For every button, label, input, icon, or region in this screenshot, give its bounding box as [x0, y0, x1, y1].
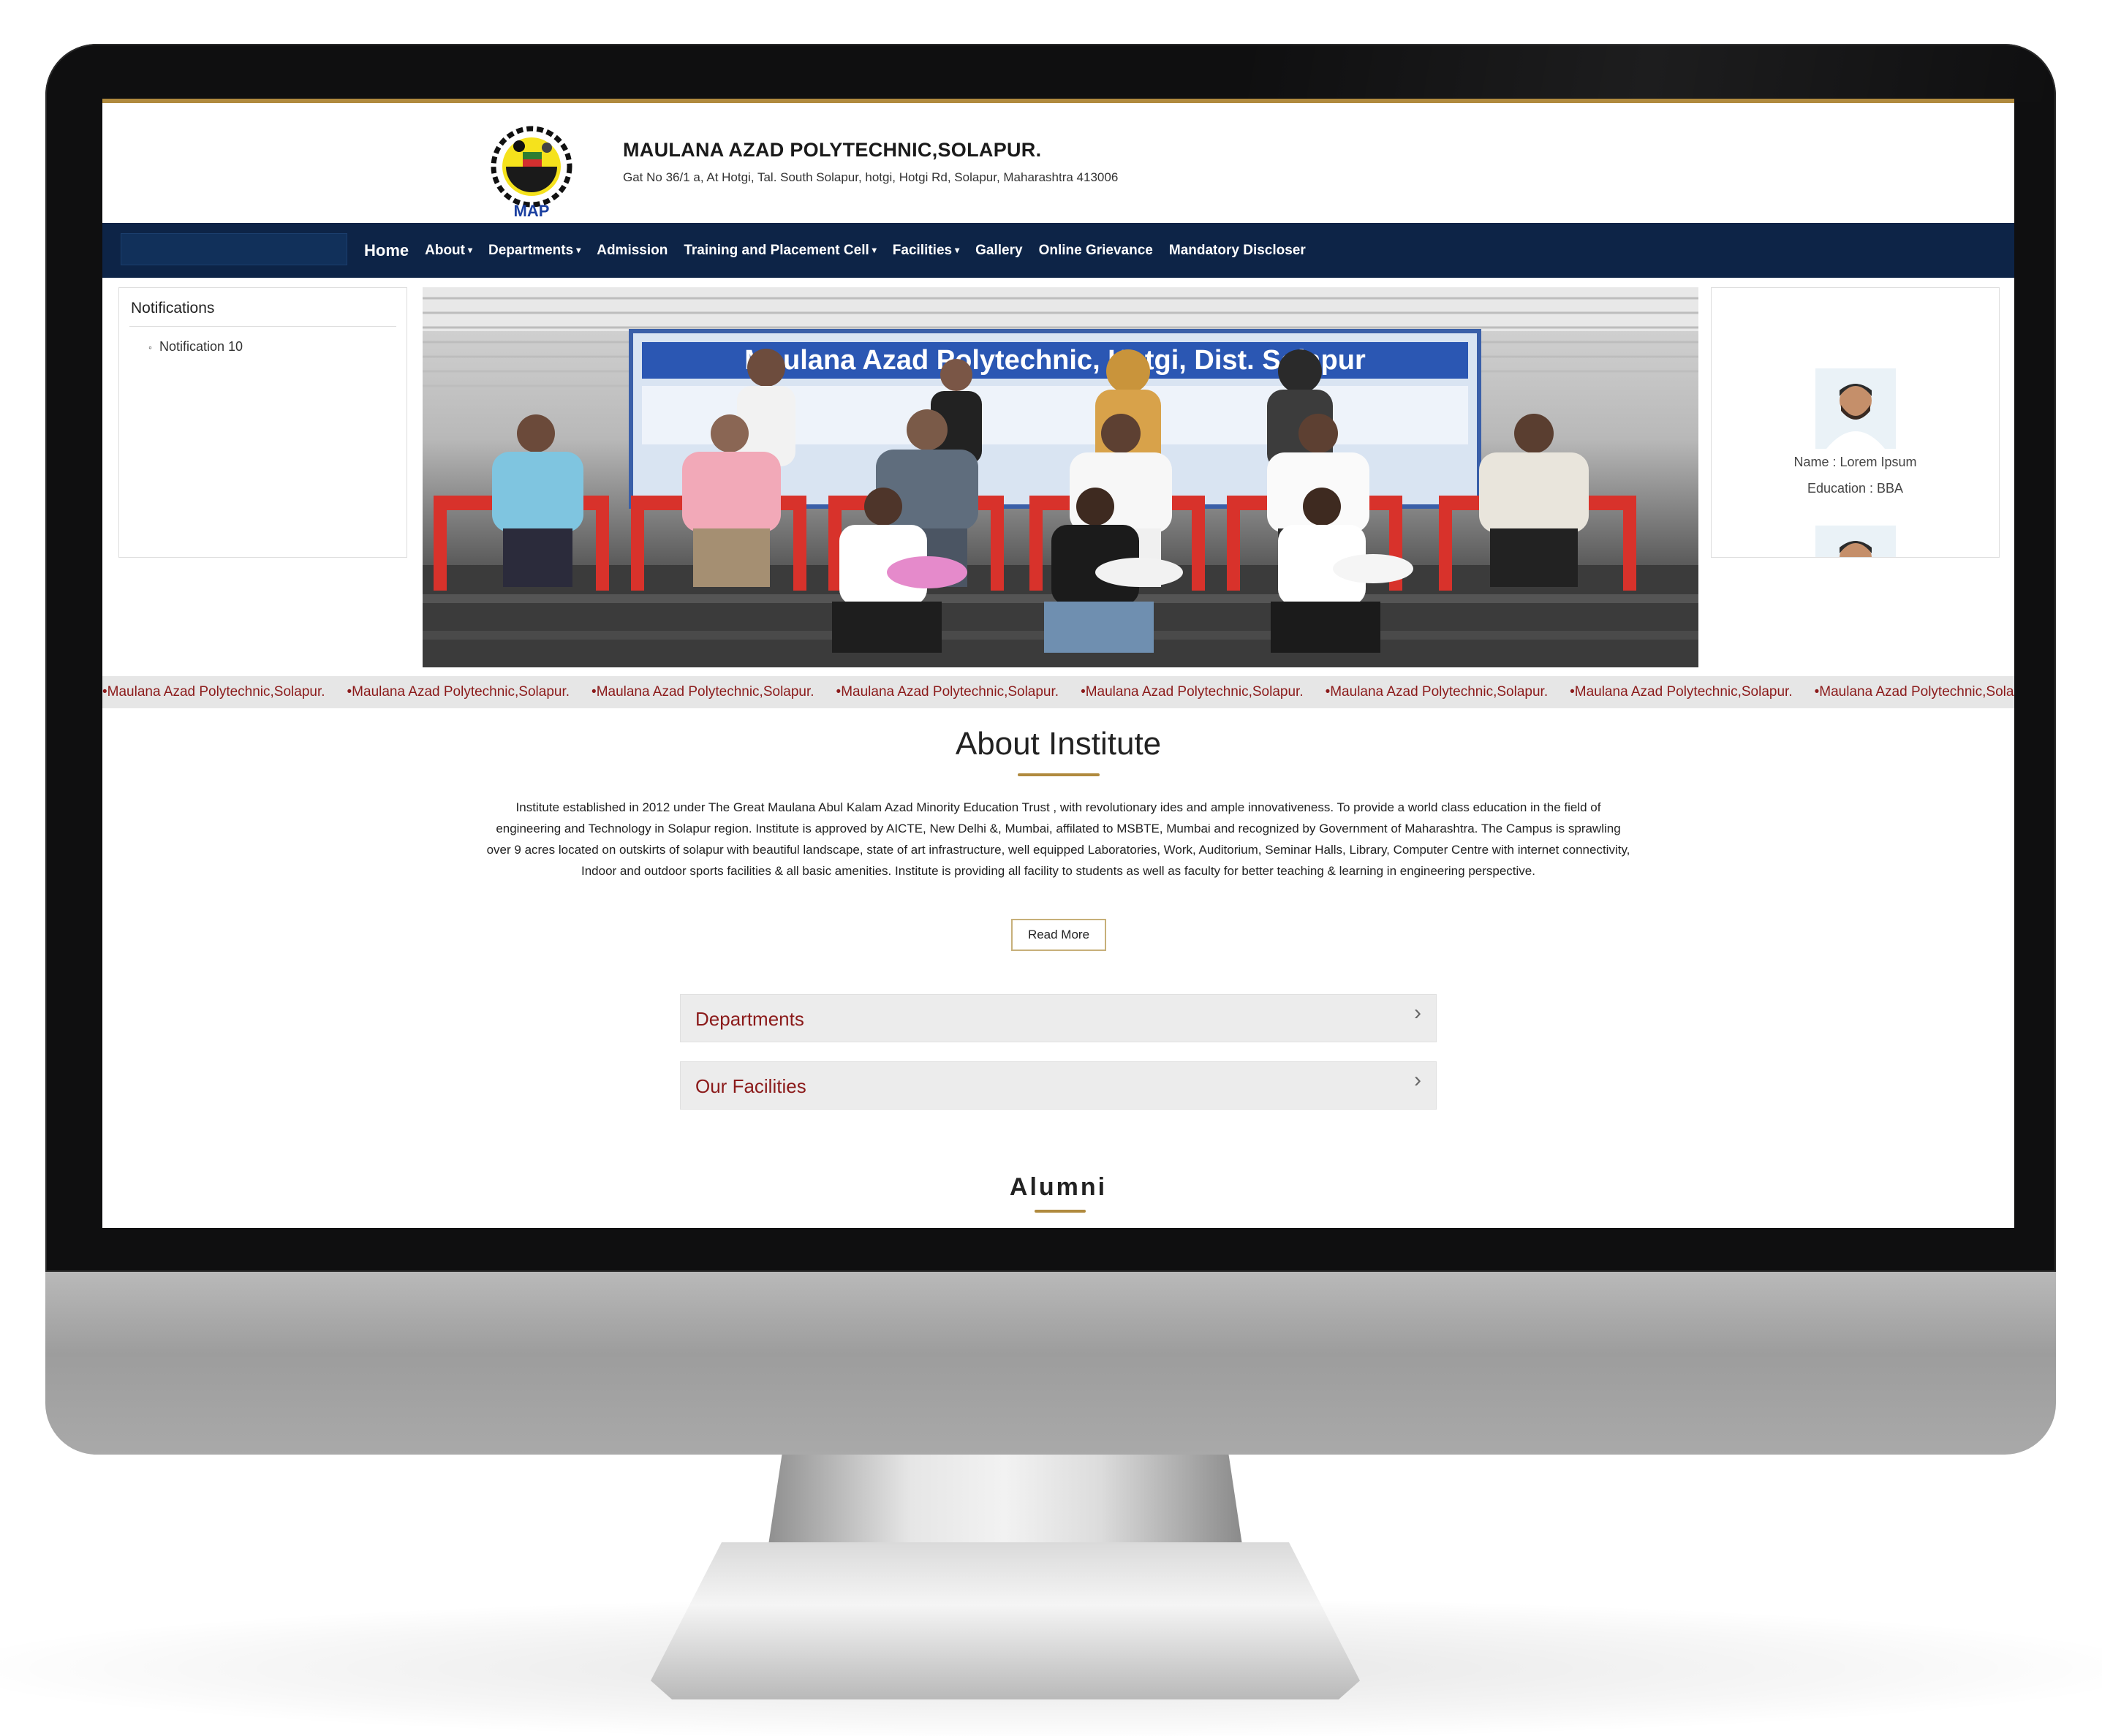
nav-item-training-and-placement-cell[interactable]: Training and Placement Cell ▾ [684, 243, 876, 259]
nav-item-label: Admission [597, 242, 668, 258]
marquee-item[interactable]: Maulana Azad Polytechnic,Solapur. [591, 676, 814, 708]
caret-down-icon: ▾ [872, 244, 877, 255]
banner-text: Maulana Azad Polytechnic, Hotgi, Dist. S… [744, 345, 1366, 376]
marquee-item[interactable]: Maulana Azad Polytechnic,Solapur. [347, 676, 570, 708]
title-underline [1018, 773, 1100, 776]
accordion-facilities[interactable]: Our Facilities › [680, 1061, 1437, 1110]
nav-item-about[interactable]: About ▾ [425, 243, 472, 259]
caret-down-icon: ▾ [468, 244, 473, 255]
nav-item-label: About [425, 242, 465, 258]
alumni-section-title: Alumni [1009, 1173, 1108, 1201]
logo-text: MAP [514, 202, 550, 219]
divider [129, 326, 396, 327]
browser-screen: MAP MAULANA AZAD POLYTECHNIC,SOLAPUR. Ga… [102, 99, 2014, 1228]
alumni-avatar [1815, 526, 1896, 557]
search-input[interactable] [121, 233, 347, 265]
nav-item-mandatory-discloser[interactable]: Mandatory Discloser [1169, 243, 1306, 259]
read-more-button[interactable]: Read More [1011, 919, 1106, 951]
nav-item-facilities[interactable]: Facilities ▾ [893, 243, 959, 259]
nav-item-label: Training and Placement Cell [684, 242, 869, 258]
nav-item-label: Mandatory Discloser [1168, 242, 1306, 258]
accordion-label: Our Facilities [695, 1075, 806, 1097]
monitor-stand [768, 1455, 1243, 1550]
notifications-panel: Notifications Notification 10 [118, 287, 407, 558]
nav-item-label: Departments [488, 242, 574, 258]
nav-item-departments[interactable]: Departments ▾ [488, 243, 581, 259]
chevron-right-icon: › [1414, 1068, 1421, 1092]
nav-item-label: Facilities [892, 242, 953, 258]
marquee-item[interactable]: Maulana Azad Polytechnic,Solapur. [1081, 676, 1304, 708]
news-marquee[interactable]: Maulana Azad Polytechnic,Solapur. Maulana… [102, 676, 2014, 708]
hero-carousel-image[interactable]: Maulana Azad Polytechnic, Hotgi, Dist. S… [423, 287, 1698, 667]
bezel-reflection [1243, 44, 2056, 102]
notification-item[interactable]: Notification 10 [148, 339, 243, 355]
site-title: MAULANA AZAD POLYTECHNIC,SOLAPUR. [623, 139, 1042, 161]
nav-item-gallery[interactable]: Gallery [975, 243, 1022, 259]
notifications-title: Notifications [131, 300, 215, 317]
marquee-item[interactable]: Maulana Azad Polytechnic,Solapur. [836, 676, 1059, 708]
about-description: Institute established in 2012 under The … [486, 800, 1630, 878]
marquee-item[interactable]: Maulana Azad Polytechnic,Solapur. [1815, 676, 2014, 708]
alumni-card: Name : Lorem Ipsum Education : BBA [1711, 287, 2000, 558]
marquee-item[interactable]: Maulana Azad Polytechnic,Solapur. [1570, 676, 1793, 708]
nav-item-home[interactable]: Home [364, 241, 409, 260]
main-navbar: Home About ▾ Departments ▾ Admission Training … [102, 223, 2014, 278]
about-title: About Institute [955, 726, 1162, 762]
site-address: Gat No 36/1 a, At Hotgi, Tal. South Sola… [623, 170, 1119, 184]
nav-item-online-grievance[interactable]: Online Grievance [1039, 243, 1153, 259]
top-accent-rule [102, 99, 2014, 103]
marquee-item[interactable]: Maulana Azad Polytechnic,Solapur. [1326, 676, 1548, 708]
accordion-departments[interactable]: Departments › [680, 994, 1437, 1042]
accordion-label: Departments [695, 1008, 804, 1030]
caret-down-icon: ▾ [955, 244, 960, 255]
nav-item-label: Gallery [975, 242, 1023, 258]
caret-down-icon: ▾ [576, 244, 581, 255]
monitor-chin [45, 1272, 2056, 1455]
group-photo-image: Maulana Azad Polytechnic, Hotgi, Dist. S… [423, 287, 1698, 667]
alumni-education: Education : BBA [1807, 481, 1904, 496]
alumni-avatar [1815, 368, 1896, 449]
institute-logo[interactable]: MAP [483, 124, 581, 219]
nav-item-label: Online Grievance [1038, 242, 1153, 258]
title-underline [1035, 1210, 1086, 1213]
alumni-name: Name : Lorem Ipsum [1793, 455, 1917, 469]
marquee-item[interactable]: Maulana Azad Polytechnic,Solapur. [102, 676, 325, 708]
nav-item-label: Home [364, 240, 409, 259]
nav-menu: Home About ▾ Departments ▾ Admission Training … [364, 223, 1322, 278]
nav-item-admission[interactable]: Admission [597, 243, 668, 259]
monitor-base [651, 1542, 1360, 1699]
chevron-right-icon: › [1414, 1001, 1421, 1025]
